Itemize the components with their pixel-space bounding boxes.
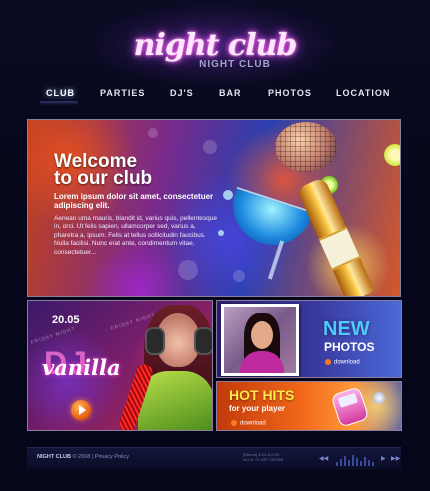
mp3-player [330, 386, 370, 428]
mp3-player-screen [337, 392, 358, 408]
prev-icon[interactable]: ◀◀ [319, 455, 328, 462]
hero-body: Aenean uma mauris, blandit id, varius qu… [54, 215, 217, 256]
track-info: [Stereo] 3-01-S.0.0S · NO 4L 07-6EF 1023… [243, 452, 284, 462]
bokeh-light [148, 128, 158, 138]
hero-title: Welcome to our club [54, 152, 254, 189]
hits-download-link[interactable]: download [231, 420, 266, 427]
audio-player: [Stereo] 3-01-S.0.0S · NO 4L 07-6EF 1023… [241, 452, 400, 466]
hits-headline: HOT HITS [229, 387, 295, 403]
bokeh-light [233, 270, 245, 282]
bottle [296, 176, 375, 296]
bokeh-light [203, 140, 217, 154]
site-logo[interactable]: night club NIGHT CLUB [130, 26, 300, 76]
play-icon [79, 405, 86, 415]
equalizer-icon [336, 454, 376, 466]
cocktail-glass-stem [267, 240, 285, 280]
disco-ball [275, 122, 337, 172]
photo-image [224, 307, 296, 373]
hot-hits-banner[interactable]: HOT HITS for your player download [216, 381, 402, 431]
nav-item-photos[interactable]: PHOTOS [268, 88, 312, 98]
photo-thumbnail[interactable] [221, 304, 299, 376]
photos-download-label: download [334, 359, 360, 366]
bottle-label [318, 226, 361, 271]
footer: NIGHT CLUB © 2008 | Privacy Policy [Ster… [27, 447, 401, 469]
hits-subhead: for your player [229, 404, 286, 413]
friday-night-text: FRIDAY NIGHT [30, 325, 77, 347]
event-date: 20.05 [52, 314, 80, 326]
play-small-icon[interactable]: ▶ [381, 455, 386, 462]
new-photos-banner[interactable]: NEW PHOTOS download [216, 300, 402, 378]
nav-active-reflection [40, 101, 78, 105]
hero-title-line2: to our club [54, 168, 153, 189]
logo-subtitle: NIGHT CLUB [199, 59, 271, 70]
photos-subhead: PHOTOS [324, 340, 375, 354]
nav-item-djs[interactable]: DJ'S [170, 88, 194, 98]
headphones-icon [194, 327, 212, 355]
bokeh-light [178, 260, 198, 280]
photos-headline: NEW [323, 318, 370, 340]
hero-lead: Lorem ipsum dolor sit amet, consectetuer… [54, 192, 214, 210]
hero-banner: Welcome to our club Lorem ipsum dolor si… [27, 119, 401, 297]
arrow-icon [231, 420, 237, 426]
headphones-icon [145, 327, 165, 355]
hits-download-label: download [240, 420, 266, 427]
photos-download-link[interactable]: download [325, 359, 360, 366]
footer-copyright: NIGHT CLUB © 2008 | Privacy Policy [37, 454, 130, 460]
nav-item-parties[interactable]: PARTIES [100, 88, 145, 98]
arrow-icon [325, 359, 331, 365]
nav-item-bar[interactable]: BAR [219, 88, 242, 98]
privacy-policy-link[interactable]: Privacy Policy [95, 454, 129, 460]
splash-drop [223, 190, 233, 200]
logo-script: night club [133, 28, 298, 63]
next-icon[interactable]: ▶▶ [391, 455, 400, 462]
footer-brand: NIGHT CLUB [37, 454, 71, 460]
main-nav: CLUB PARTIES DJ'S BAR PHOTOS LOCATION [28, 84, 402, 106]
play-button[interactable] [71, 400, 91, 420]
photo-face [251, 321, 273, 349]
nav-item-location[interactable]: LOCATION [336, 88, 390, 98]
copyright-year: © 2008 [72, 454, 91, 460]
dj-name: vanilla [42, 355, 121, 380]
earbud-icon [373, 392, 385, 404]
dj-promo-banner[interactable]: FRIDAY NIGHT FRIDAY NIGHT 20.05 DJ vanil… [27, 300, 213, 431]
nav-item-club[interactable]: CLUB [46, 88, 75, 98]
lemon-slice [380, 140, 400, 170]
